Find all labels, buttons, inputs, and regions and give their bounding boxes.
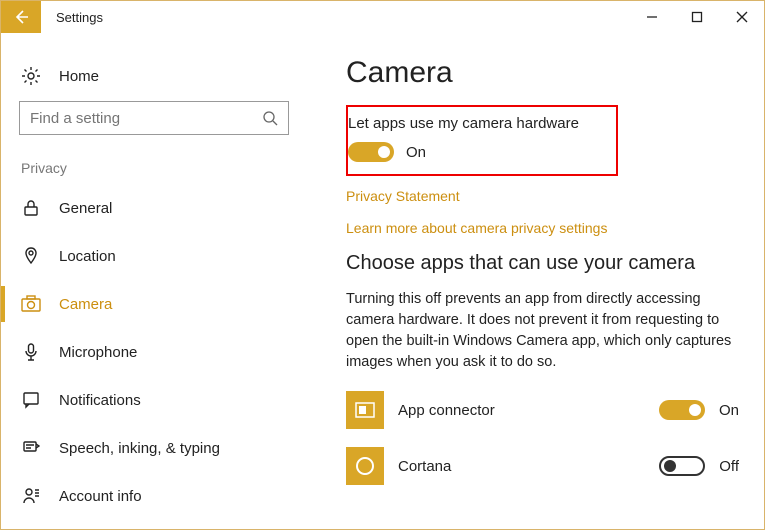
main-content: Camera Let apps use my camera hardware O… [346, 46, 739, 529]
back-arrow-icon [12, 8, 30, 26]
hardware-toggle-state: On [406, 144, 426, 161]
sidebar-item-account[interactable]: Account info [19, 472, 283, 520]
sidebar-item-label: Account info [59, 488, 142, 505]
app-row-cortana: Cortana Off [346, 447, 739, 485]
privacy-statement-link[interactable]: Privacy Statement [346, 188, 739, 204]
sidebar-item-general[interactable]: General [19, 184, 283, 232]
hardware-toggle[interactable] [348, 142, 394, 162]
close-icon [736, 11, 748, 23]
sidebar-item-label: Microphone [59, 344, 137, 361]
toggle-knob [689, 404, 701, 416]
choose-apps-heading: Choose apps that can use your camera [346, 252, 739, 275]
home-label: Home [59, 68, 99, 85]
section-header: Privacy [21, 160, 283, 176]
toggle-knob [378, 146, 390, 158]
sidebar-item-label: Notifications [59, 392, 141, 409]
sidebar-item-label: General [59, 200, 112, 217]
hardware-toggle-label: Let apps use my camera hardware [348, 115, 604, 132]
home-button[interactable]: Home [21, 66, 283, 86]
titlebar: Settings [1, 1, 764, 33]
learn-more-link[interactable]: Learn more about camera privacy settings [346, 220, 739, 236]
app-connector-toggle[interactable] [659, 400, 705, 420]
sidebar-item-label: Location [59, 248, 116, 265]
page-title: Camera [346, 56, 739, 90]
sidebar-item-speech[interactable]: Speech, inking, & typing [19, 424, 283, 472]
maximize-icon [691, 11, 703, 23]
search-box[interactable] [19, 101, 289, 135]
location-icon [21, 246, 41, 266]
hardware-toggle-row: On [348, 142, 604, 162]
close-button[interactable] [719, 1, 764, 33]
minimize-icon [646, 11, 658, 23]
app-toggle-state: On [719, 402, 739, 419]
gear-icon [21, 66, 41, 86]
sidebar-item-microphone[interactable]: Microphone [19, 328, 283, 376]
search-icon [262, 110, 278, 126]
description-text: Turning this off prevents an app from di… [346, 289, 736, 373]
speech-icon [21, 438, 41, 458]
back-button[interactable] [1, 1, 41, 33]
camera-icon [21, 294, 41, 314]
app-toggle-wrap: On [659, 400, 739, 420]
sidebar-item-label: Camera [59, 296, 112, 313]
sidebar-item-notifications[interactable]: Notifications [19, 376, 283, 424]
sidebar-item-location[interactable]: Location [19, 232, 283, 280]
app-name: Cortana [398, 458, 659, 475]
window-controls [629, 1, 764, 33]
maximize-button[interactable] [674, 1, 719, 33]
app-toggle-state: Off [719, 458, 739, 475]
app-connector-icon [346, 391, 384, 429]
cortana-icon [346, 447, 384, 485]
app-name: App connector [398, 402, 659, 419]
account-icon [21, 486, 41, 506]
sidebar-item-camera[interactable]: Camera [19, 280, 283, 328]
lock-icon [21, 198, 41, 218]
sidebar-item-label: Speech, inking, & typing [59, 440, 220, 457]
notifications-icon [21, 390, 41, 410]
microphone-icon [21, 342, 41, 362]
app-row-connector: App connector On [346, 391, 739, 429]
app-toggle-wrap: Off [659, 456, 739, 476]
highlight-box: Let apps use my camera hardware On [346, 105, 618, 176]
sidebar: Home Privacy General Location Camera Mic… [1, 46, 301, 530]
cortana-toggle[interactable] [659, 456, 705, 476]
window-title: Settings [56, 10, 103, 25]
search-input[interactable] [30, 110, 262, 127]
toggle-knob [664, 460, 676, 472]
minimize-button[interactable] [629, 1, 674, 33]
